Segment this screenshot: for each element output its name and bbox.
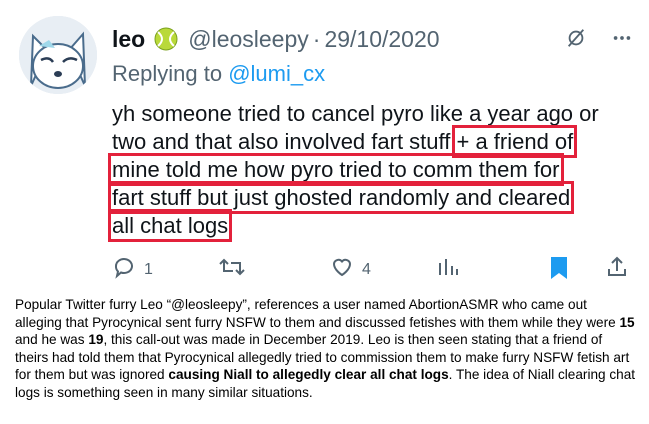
retweet-icon [219,255,245,284]
reply-count: 1 [144,260,153,278]
tweet-text-line: all chat logs [107,209,642,242]
analytics-icon [437,255,459,284]
tweet-card: leo @leosleepy · 29/10/2020 Replying to … [0,0,649,290]
replying-to: Replying to @lumi_cx [112,61,325,87]
bookmark-icon [549,255,569,286]
share-icon [605,255,629,284]
caption-segment: and he was [15,332,89,347]
replying-to-label: Replying to [112,61,229,86]
more-icon[interactable] [611,27,633,54]
bookmark-button[interactable] [549,255,569,286]
caption-age-victim: 15 [619,314,635,330]
display-name[interactable]: leo [112,26,145,53]
tweet-text-segment: two and that also involved fart stuff [112,129,451,154]
tweet-text-line: two and that also involved fart stuff + … [112,125,642,158]
avatar[interactable] [19,16,97,94]
avatar-illustration [19,16,97,94]
caption-bold-clause: causing Niall to allegedly clear all cha… [168,367,449,382]
reply-icon [112,255,136,284]
reply-button[interactable]: 1 [112,255,153,284]
share-button[interactable] [605,255,629,284]
tweet-text-line: mine told me how pyro tried to comm them… [108,153,642,186]
tennis-ball-icon [154,27,178,51]
highlighted-text: mine told me how pyro tried to comm them… [108,153,564,186]
user-handle[interactable]: @leosleepy [188,26,309,53]
tweet-date[interactable]: 29/10/2020 [324,26,439,53]
tweet-text-line: fart stuff but just ghosted randomly and… [107,181,642,214]
replying-to-mention[interactable]: @lumi_cx [228,61,325,86]
tweet-text-line: yh someone tried to cancel pyro like a y… [112,101,599,126]
caption-text: Popular Twitter furry Leo “@leosleepy”, … [15,296,637,401]
caption-segment: Popular Twitter furry Leo “@leosleepy”, … [15,297,620,330]
retweet-button[interactable] [219,255,253,284]
analytics-button[interactable] [437,255,459,284]
no-notification-icon[interactable] [565,27,587,54]
highlighted-text: fart stuff but just ghosted randomly and… [107,181,575,214]
caption-age-accused: 19 [88,332,104,347]
tweet-header: leo @leosleepy · 29/10/2020 [112,25,440,53]
heart-icon [330,255,354,284]
highlighted-text: all chat logs [107,209,233,242]
tweet-actions: 1 4 [112,255,632,283]
like-count: 4 [362,260,371,278]
tweet-text: yh someone tried to cancel pyro like a y… [107,100,642,242]
separator-dot: · [312,25,321,52]
header-icons [565,27,633,54]
like-button[interactable]: 4 [330,255,371,284]
highlighted-text: + a friend of [452,125,578,158]
